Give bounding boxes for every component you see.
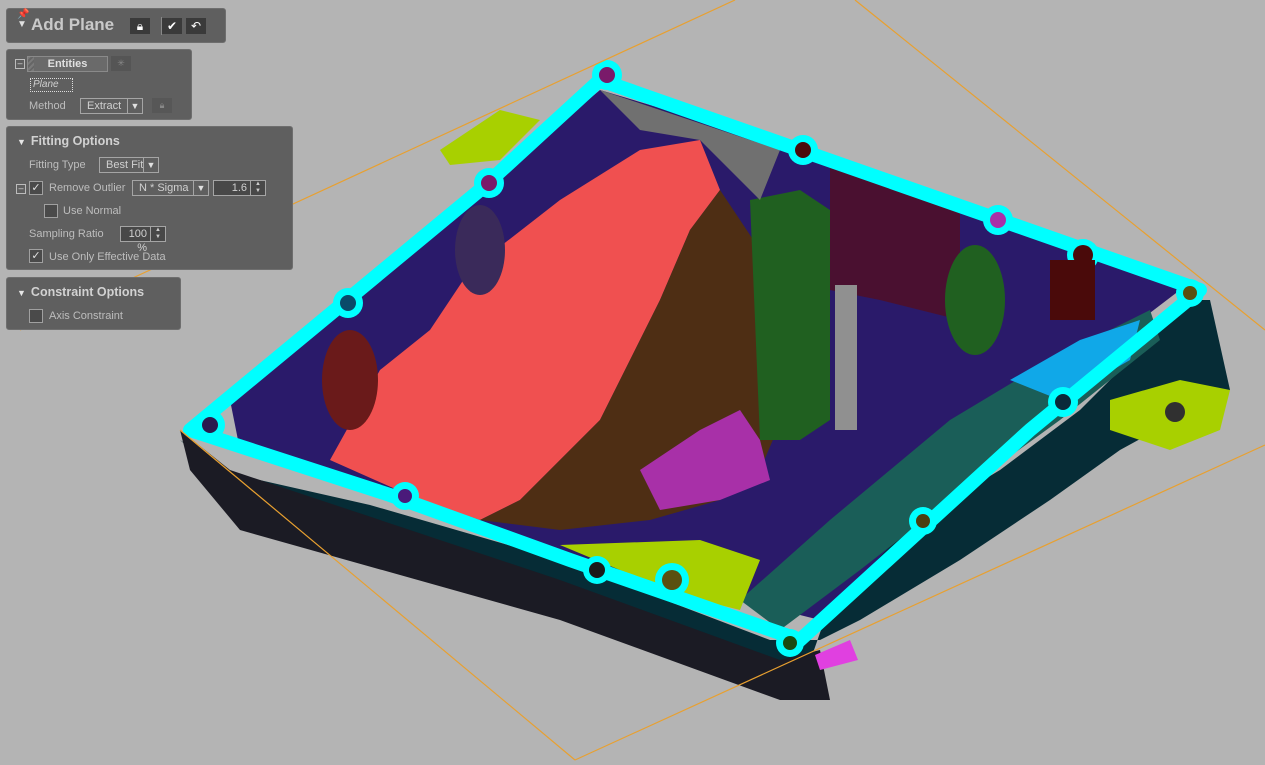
post <box>835 285 857 430</box>
outlier-method-value: N * Sigma <box>139 182 189 194</box>
use-only-effective-data-checkbox[interactable]: ✓ <box>29 249 43 263</box>
dialog-title: Add Plane <box>31 15 115 34</box>
clear-icon: ✳ <box>117 58 125 68</box>
fitting-options-header[interactable]: ▼ Fitting Options <box>17 134 120 148</box>
entities-panel: – Entities ✳ Plane Method Extract ▼ 🔒︎ <box>6 49 192 120</box>
constraint-options-title: Constraint Options <box>30 285 145 299</box>
chevron-down-icon: ▼ <box>143 158 158 172</box>
ok-button[interactable]: ✔ <box>162 18 182 34</box>
collapse-triangle-icon: ▼ <box>17 137 26 147</box>
right-tab-hole <box>1165 402 1185 422</box>
add-plane-title-bar: 📌 ▼ Add Plane 🔒︎ ✔ ↶ <box>6 8 226 43</box>
undo-button[interactable]: ↶ <box>186 18 206 34</box>
axis-constraint-label: Axis Constraint <box>49 310 123 322</box>
method-value: Extract <box>87 100 122 112</box>
selected-entity-plane[interactable]: Plane <box>30 78 73 92</box>
spin-arrows-icon[interactable]: ▲ ▼ <box>150 227 165 241</box>
remove-outlier-collapse-toggle[interactable]: – <box>16 184 26 194</box>
checkmark-icon: ✔ <box>166 19 178 33</box>
use-only-effective-data-label: Use Only Effective Data <box>49 251 166 263</box>
chevron-down-icon: ▼ <box>193 181 208 195</box>
constraint-options-panel: ▼ Constraint Options Axis Constraint <box>6 277 181 330</box>
fitting-options-panel: ▼ Fitting Options Fitting Type Best Fit ▼… <box>6 126 293 270</box>
chevron-down-icon: ▼ <box>127 99 142 113</box>
remove-outlier-label: Remove Outlier <box>49 182 126 194</box>
boss-3 <box>945 245 1005 355</box>
method-dropdown[interactable]: Extract ▼ <box>80 98 143 114</box>
boss-2 <box>455 205 505 295</box>
remove-outlier-checkbox[interactable]: ✓ <box>29 181 43 195</box>
boss-4 <box>1050 260 1095 320</box>
fitting-type-label: Fitting Type <box>29 159 86 171</box>
region-green-boss <box>750 190 830 440</box>
entities-collapse-toggle[interactable]: – <box>15 59 25 69</box>
use-normal-checkbox[interactable] <box>44 204 58 218</box>
axis-constraint-checkbox[interactable] <box>29 309 43 323</box>
fitting-type-value: Best Fit <box>106 159 144 171</box>
constraint-options-header[interactable]: ▼ Constraint Options <box>17 285 144 299</box>
entities-button[interactable]: Entities <box>27 56 108 72</box>
use-normal-label: Use Normal <box>63 205 122 217</box>
undo-icon: ↶ <box>190 19 202 33</box>
collapse-triangle-icon[interactable]: ▼ <box>17 19 27 30</box>
sampling-ratio-label: Sampling Ratio <box>29 228 104 240</box>
spin-arrows-icon[interactable]: ▲ ▼ <box>250 181 265 195</box>
outlier-value-spinbox[interactable]: 1.6 ▲ ▼ <box>213 180 266 196</box>
method-label: Method <box>29 100 66 112</box>
outlier-method-dropdown[interactable]: N * Sigma ▼ <box>132 180 209 196</box>
entities-button-label: Entities <box>47 58 88 70</box>
fitting-options-title: Fitting Options <box>30 134 120 148</box>
collapse-triangle-icon: ▼ <box>17 288 26 298</box>
method-lock-button[interactable]: 🔒︎ <box>152 98 172 113</box>
lock-icon: 🔒︎ <box>136 19 144 33</box>
lock-icon: 🔒︎ <box>159 100 165 110</box>
bottom-magenta-tab <box>815 640 858 670</box>
entities-clear-button[interactable]: ✳ <box>111 56 131 71</box>
outlier-value: 1.6 <box>231 182 247 194</box>
lock-button[interactable]: 🔒︎ <box>130 18 150 34</box>
sampling-ratio-spinbox[interactable]: 100 % ▲ ▼ <box>120 226 166 254</box>
fitting-type-dropdown[interactable]: Best Fit ▼ <box>99 157 159 173</box>
boss-1 <box>322 330 378 430</box>
